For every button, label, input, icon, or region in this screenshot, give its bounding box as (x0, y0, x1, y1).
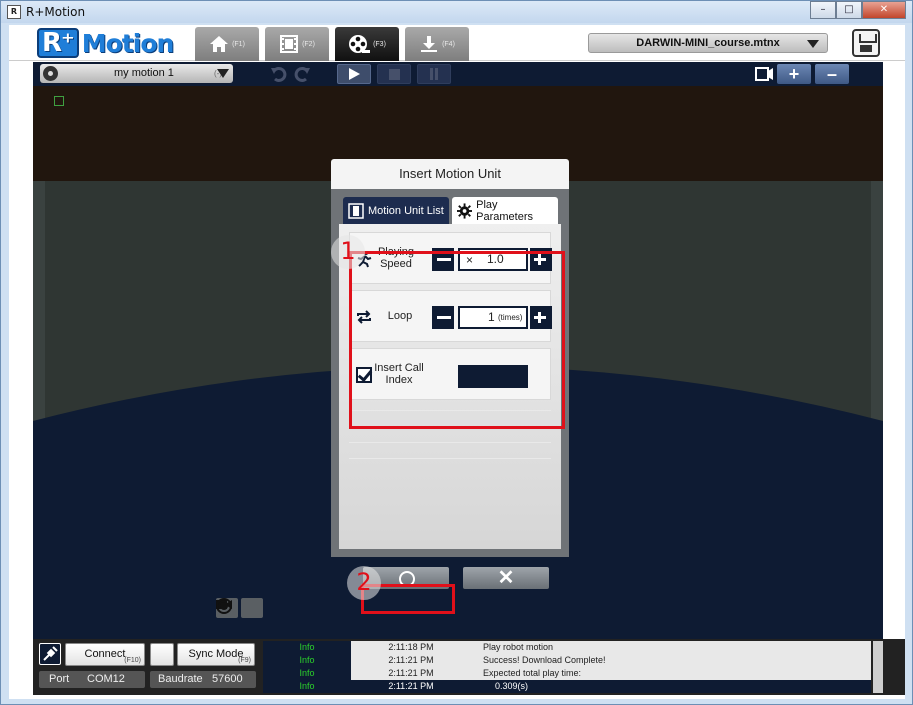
main-header: R⁺ Motion (F1) (F2) (F3) (F4) DARWIN-MIN… (9, 25, 905, 61)
log-time: 2:11:21 PM (388, 668, 434, 678)
tab-motion-project[interactable]: (F2) (265, 27, 329, 61)
stop-button[interactable] (377, 64, 411, 84)
motion-reel-icon (349, 35, 371, 53)
sync-mode-toggle[interactable] (150, 643, 174, 666)
remove-button[interactable]: – (815, 64, 849, 84)
pause-button[interactable] (417, 64, 451, 84)
minus-icon: – (826, 63, 837, 84)
annotation-badge-2: 2 (347, 566, 381, 600)
record-icon[interactable] (216, 598, 263, 618)
home-icon (210, 36, 229, 52)
connect-button[interactable]: Connect (F10) (65, 643, 145, 666)
download-icon (421, 36, 438, 52)
undo-icon[interactable] (269, 64, 289, 84)
rplus-motion-logo: R⁺ Motion (37, 28, 175, 58)
minimize-icon[interactable]: – (810, 1, 836, 19)
application-window: R R+Motion – □ ✕ R⁺ Motion (F1) (F2) (F3… (0, 0, 913, 705)
logo-motion: Motion (81, 28, 175, 58)
plus-icon: + (788, 63, 800, 84)
log-time: 2:11:21 PM (388, 655, 434, 665)
close-icon[interactable]: ✕ (862, 1, 906, 19)
pause-icon (430, 68, 438, 80)
baudrate-info: Baudrate 57600 (150, 671, 256, 688)
sync-key: (F9) (238, 657, 251, 664)
viewport-controls (216, 598, 263, 618)
baud-value: 57600 (212, 673, 243, 685)
message-log[interactable]: Info 2:11:18 PM Play robot motion Info 2… (263, 641, 871, 693)
tab-download[interactable]: (F4) (405, 27, 469, 61)
tab-key: (F3) (373, 40, 386, 48)
log-row-selected[interactable]: Info 2:11:21 PM 0.309(s) (263, 680, 871, 693)
save-icon[interactable] (852, 29, 880, 57)
tab-label: Motion Unit List (368, 204, 444, 217)
sync-mode-button[interactable]: Sync Mode (F9) (177, 643, 255, 666)
baud-label: Baudrate (158, 673, 203, 685)
log-time: 2:11:18 PM (388, 642, 434, 652)
log-level: Info (263, 680, 351, 693)
add-button[interactable]: + (777, 64, 811, 84)
tab-motion-editor[interactable]: (F3) (335, 27, 399, 61)
port-info: Port COM12 (39, 671, 145, 688)
gear-icon (457, 202, 473, 219)
logo-r: R⁺ (37, 28, 79, 58)
port-label: Port (49, 673, 70, 685)
film-icon (280, 35, 299, 53)
motion-name: my motion 1 (114, 67, 174, 79)
app-icon: R (7, 5, 21, 19)
log-message: Success! Download Complete! (483, 655, 606, 665)
file-selector[interactable]: DARWIN-MINI_course.mtnx (588, 33, 828, 53)
annotation-box-1 (349, 251, 565, 429)
window-controls: – □ ✕ (810, 1, 906, 19)
chevron-down-icon (217, 69, 229, 78)
log-row[interactable]: Info 2:11:18 PM Play robot motion (263, 641, 871, 654)
cancel-button[interactable]: ✕ (463, 567, 549, 589)
tab-play-parameters[interactable]: Play Parameters (452, 197, 558, 224)
redo-icon[interactable] (292, 64, 312, 84)
tab-key: (F2) (302, 40, 315, 48)
annotation-badge-1: 1 (331, 235, 365, 269)
log-level: Info (263, 667, 351, 680)
tab-home[interactable]: (F1) (195, 27, 259, 61)
log-time: 2:11:21 PM (388, 681, 434, 691)
window-titlebar[interactable]: R R+Motion – □ ✕ (1, 1, 912, 23)
film-icon (348, 202, 364, 219)
connect-key: (F10) (124, 657, 141, 664)
video-frame-icon[interactable] (753, 64, 775, 84)
log-level: Info (263, 641, 351, 654)
dialog-title: Insert Motion Unit (331, 159, 569, 189)
log-message: 0.309(s) (495, 681, 529, 691)
separator-bar (33, 627, 883, 639)
stop-icon (388, 68, 400, 80)
file-name: DARWIN-MINI_course.mtnx (636, 37, 780, 49)
log-message: Play robot motion (483, 642, 554, 652)
maximize-icon[interactable]: □ (836, 1, 862, 19)
panel-divider (349, 458, 551, 472)
dialog-tabs: Motion Unit List Play Parameters (343, 197, 558, 224)
motion-toolbar: my motion 1 (-) + – (33, 62, 883, 86)
play-icon (349, 68, 360, 80)
log-scrollbar[interactable] (873, 641, 883, 693)
port-value: COM12 (87, 673, 125, 685)
tab-key: (F4) (442, 40, 455, 48)
timeline-marker-icon[interactable] (54, 96, 64, 106)
log-row[interactable]: Info 2:11:21 PM Expected total play time… (263, 667, 871, 680)
connection-plug-icon[interactable] (39, 643, 61, 665)
tab-motion-unit-list[interactable]: Motion Unit List (343, 197, 449, 224)
status-panel: Connect (F10) Sync Mode (F9) Port COM12 … (33, 639, 905, 695)
tab-key: (F1) (232, 40, 245, 48)
panel-divider (349, 442, 551, 456)
log-message: Expected total play time: (483, 668, 582, 678)
log-row[interactable]: Info 2:11:21 PM Success! Download Comple… (263, 654, 871, 667)
log-level: Info (263, 654, 351, 667)
chevron-down-icon (807, 40, 819, 48)
main-tabs: (F1) (F2) (F3) (F4) (195, 27, 475, 61)
motion-reel-icon (43, 66, 58, 81)
play-button[interactable] (337, 64, 371, 84)
window-title: R+Motion (26, 5, 86, 19)
tab-label: Play Parameters (476, 198, 533, 223)
motion-selector[interactable]: my motion 1 (-) (40, 64, 233, 83)
